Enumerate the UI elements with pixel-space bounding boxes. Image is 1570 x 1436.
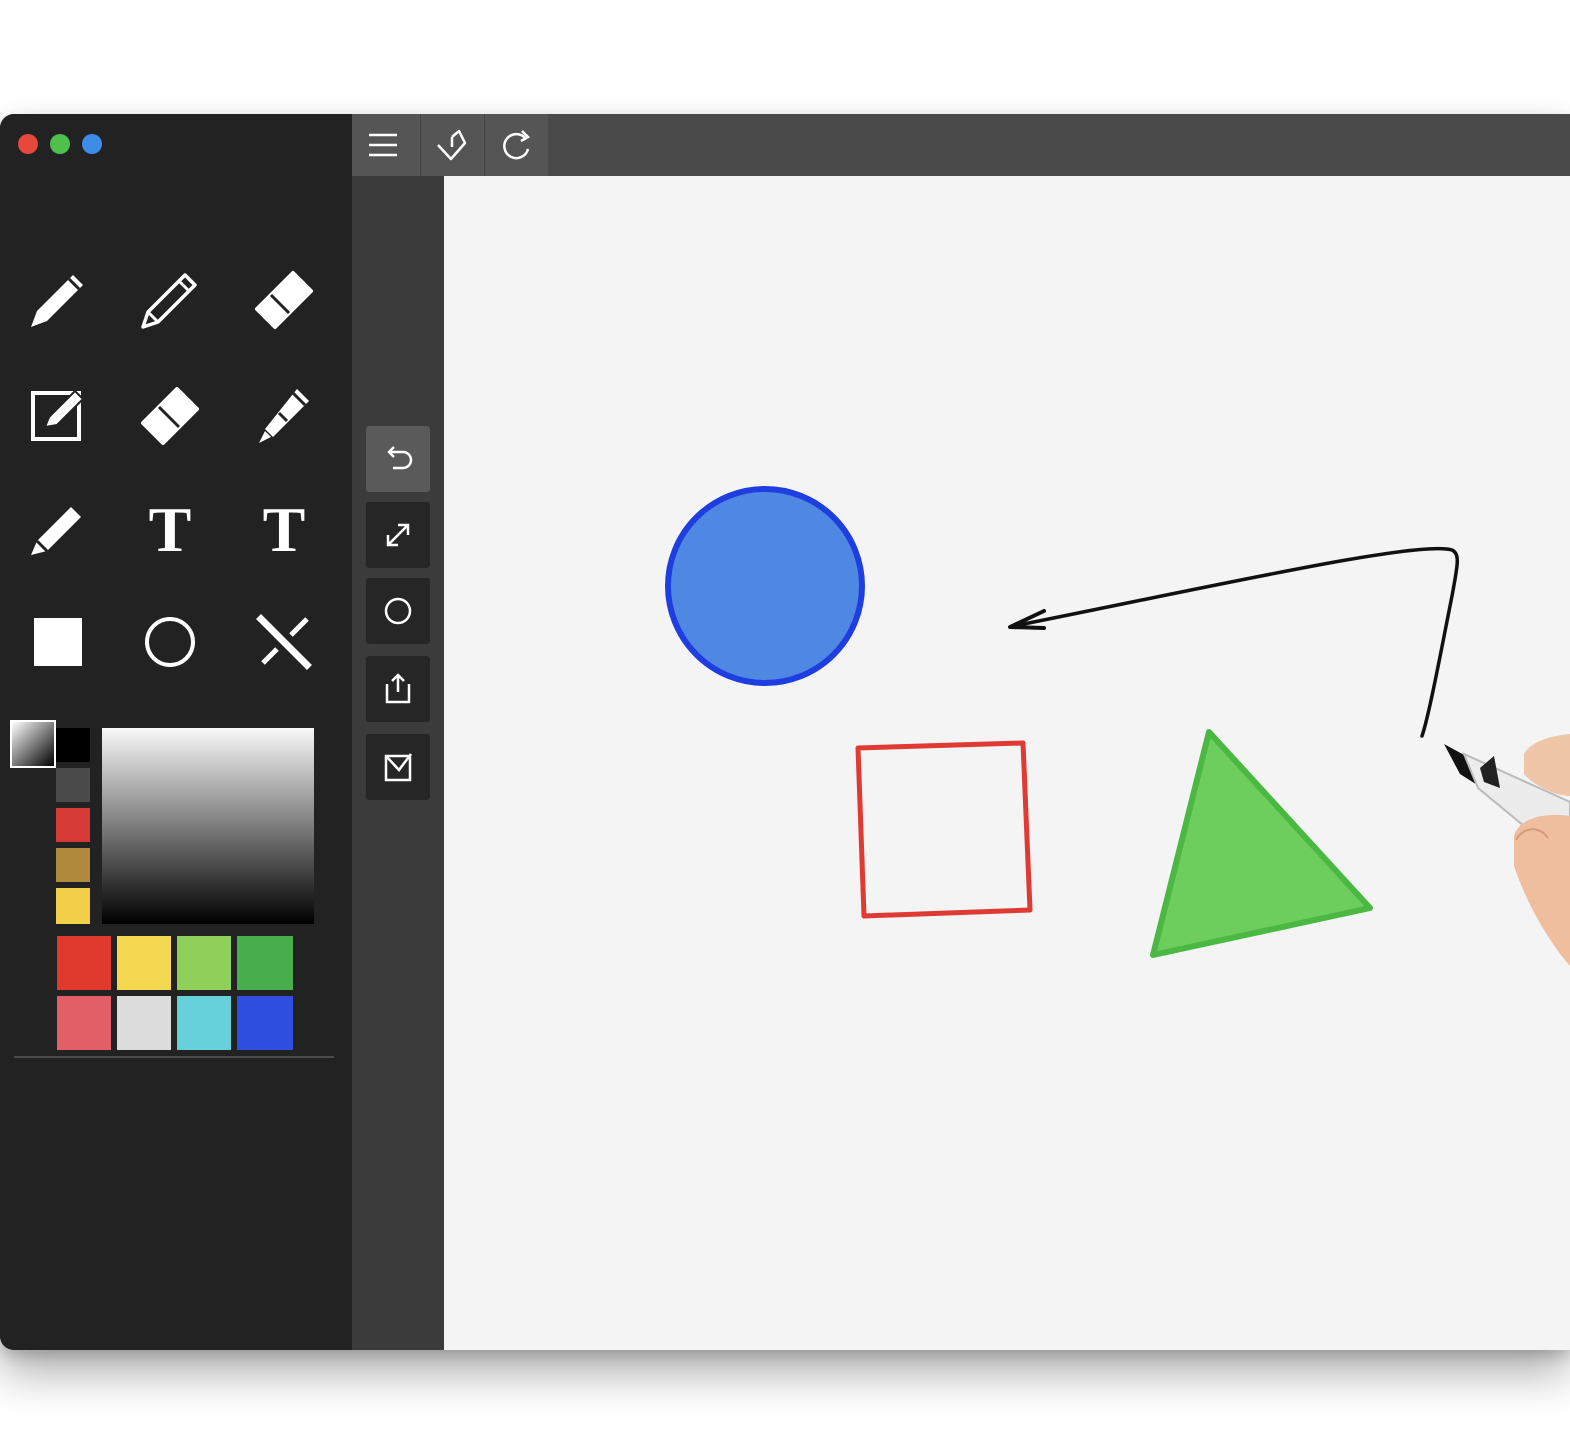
menu-icon — [369, 133, 397, 157]
pencil-tool[interactable] — [130, 260, 210, 340]
eraser-alt-icon — [141, 387, 199, 445]
text-serif-glyph: T — [149, 494, 192, 563]
text-icon: T — [263, 494, 306, 563]
palette-swatch[interactable] — [177, 936, 231, 990]
eraser-alt-tool[interactable] — [130, 374, 210, 454]
close-button[interactable] — [18, 134, 38, 154]
export-button[interactable] — [366, 656, 430, 722]
green-triangle-shape[interactable] — [1150, 729, 1373, 958]
edit-box-icon — [31, 389, 85, 441]
palette-swatch[interactable] — [117, 996, 171, 1050]
circle-tool-icon — [384, 597, 412, 625]
palette-swatch[interactable] — [57, 996, 111, 1050]
gradient-picker[interactable] — [102, 728, 314, 924]
marker-icon — [31, 507, 81, 555]
drawing-canvas[interactable] — [444, 176, 1570, 1350]
blue-circle-shape[interactable] — [665, 486, 865, 686]
check-box-button[interactable] — [366, 734, 430, 800]
eraser-tool[interactable] — [244, 260, 324, 340]
zoom-button[interactable] — [82, 134, 102, 154]
pen-tool[interactable] — [18, 260, 98, 340]
app-window: T T — [0, 114, 1570, 1350]
pen-check-button[interactable] — [420, 114, 483, 176]
window-controls — [18, 134, 102, 154]
circle-tool-button[interactable] — [366, 578, 430, 644]
palette-swatch[interactable] — [57, 936, 111, 990]
text-serif-icon: T — [149, 494, 192, 563]
highlighter-icon — [259, 389, 309, 443]
color-swatch[interactable] — [56, 888, 90, 924]
palette-swatch[interactable] — [117, 936, 171, 990]
palette-swatch[interactable] — [237, 936, 293, 990]
line-tool[interactable] — [244, 602, 324, 682]
rectangle-tool[interactable] — [18, 602, 98, 682]
tool-sidebar: T T — [0, 114, 352, 1350]
arrow-stroke[interactable] — [1012, 546, 1459, 738]
color-swatch[interactable] — [56, 728, 90, 762]
text-serif-tool[interactable]: T — [130, 488, 210, 568]
text-tool[interactable]: T — [244, 488, 324, 568]
color-swatch[interactable] — [56, 808, 90, 842]
toolbar-group — [352, 114, 548, 176]
top-toolbar — [352, 114, 1570, 176]
hand-with-marker-illustration — [1444, 734, 1570, 966]
text-glyph: T — [263, 494, 306, 563]
highlighter-tool[interactable] — [244, 374, 324, 454]
circle-tool[interactable] — [130, 602, 210, 682]
minimize-button[interactable] — [50, 134, 70, 154]
marker-tool[interactable] — [18, 488, 98, 568]
eraser-icon — [255, 271, 313, 329]
pencil-icon — [141, 273, 197, 329]
canvas-drawing — [665, 486, 1570, 966]
red-square-shape[interactable] — [855, 740, 1033, 919]
line-cross-icon — [256, 614, 312, 670]
palette-swatch[interactable] — [177, 996, 231, 1050]
check-box-icon — [384, 753, 412, 782]
edit-box-tool[interactable] — [18, 374, 98, 454]
palette-swatch[interactable] — [237, 996, 293, 1050]
export-icon — [385, 673, 411, 704]
circle-icon — [145, 617, 195, 667]
redo-icon — [503, 130, 531, 160]
undo-button[interactable] — [366, 426, 430, 492]
resize-icon — [386, 523, 410, 547]
color-swatch[interactable] — [56, 768, 90, 802]
redo-button[interactable] — [484, 114, 547, 176]
current-color-swatch[interactable] — [10, 720, 56, 768]
undo-icon — [387, 446, 413, 470]
rectangle-icon — [34, 618, 82, 666]
color-swatch[interactable] — [56, 848, 90, 882]
menu-button[interactable] — [352, 114, 414, 176]
divider — [14, 1056, 334, 1058]
pen-check-icon — [437, 129, 467, 161]
resize-button[interactable] — [366, 502, 430, 568]
pen-icon — [31, 275, 83, 327]
